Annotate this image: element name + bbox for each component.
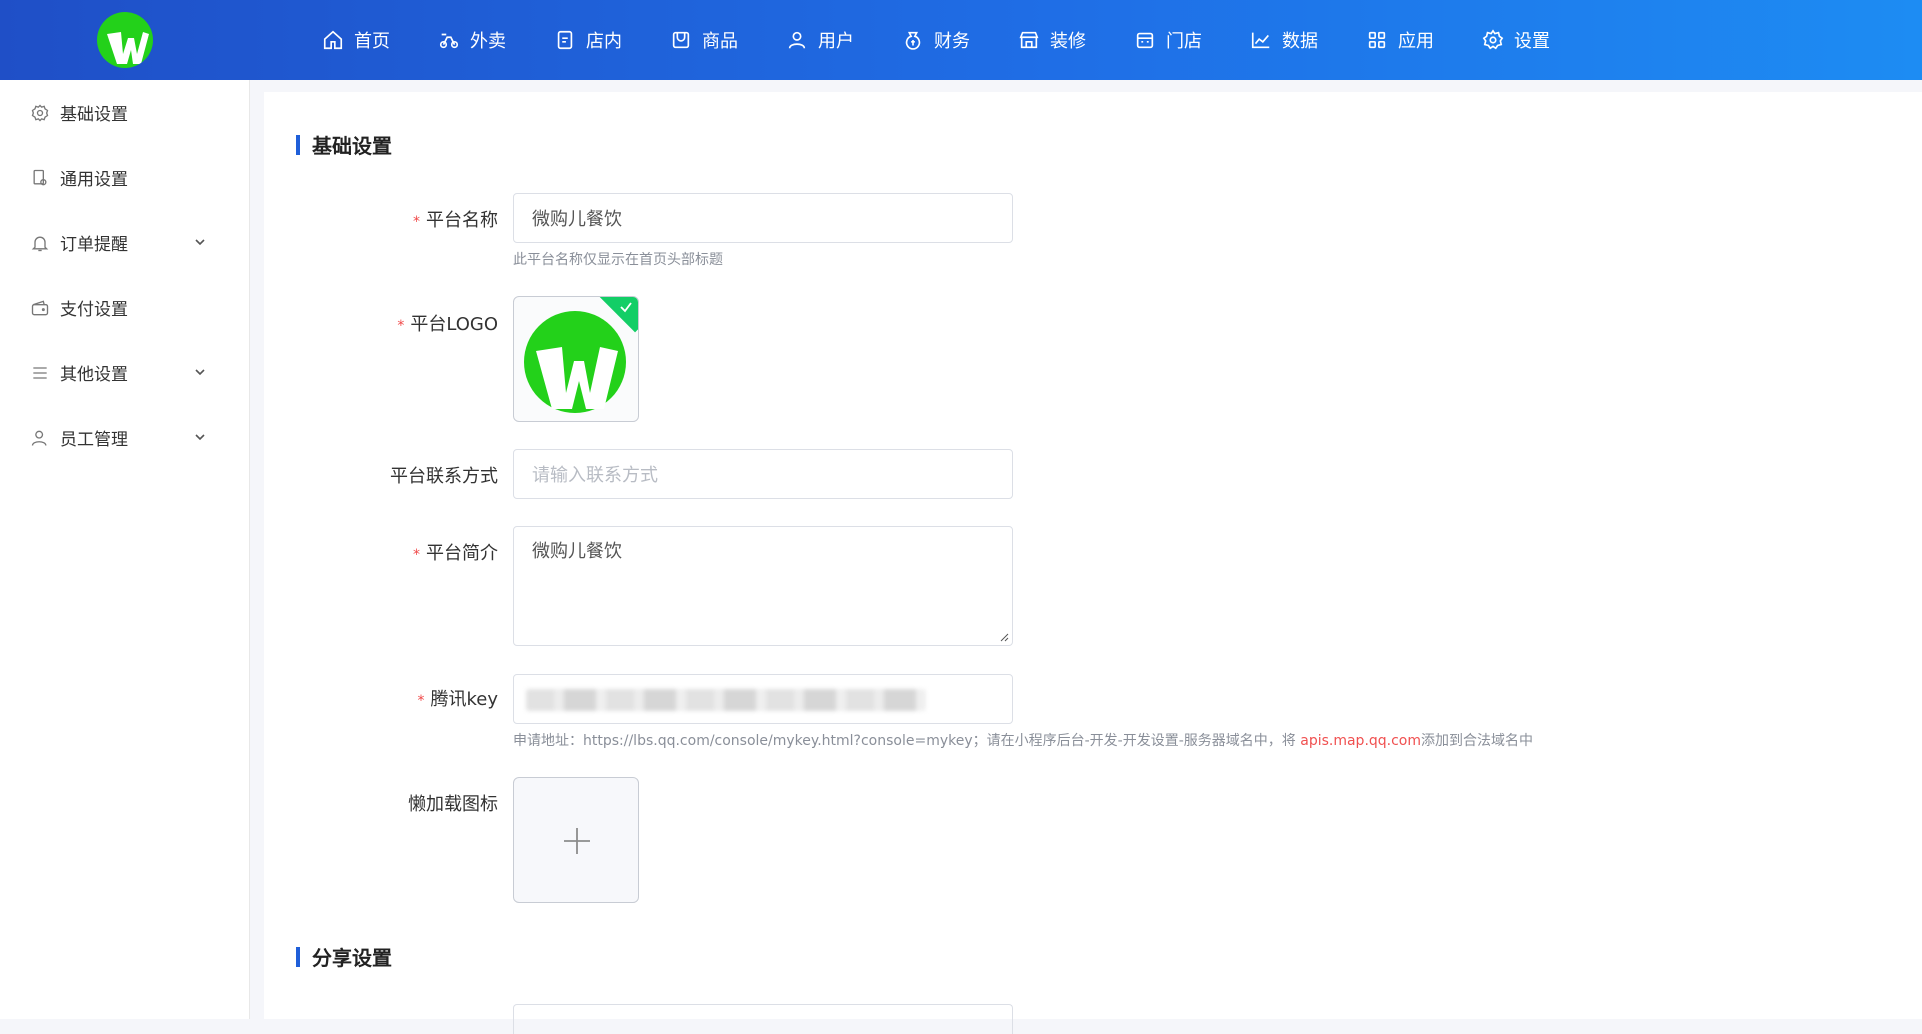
tencent-key-hint-text: 申请地址：https://lbs.qq.com/console/mykey.ht… bbox=[513, 733, 1301, 749]
nav-data[interactable]: 数据 bbox=[1250, 0, 1318, 80]
sidebar-item-label: 通用设置 bbox=[60, 170, 128, 190]
section-title-basic: 基础设置 bbox=[296, 130, 392, 159]
masked-key-value bbox=[526, 689, 926, 711]
platform-contact-input[interactable]: 请输入联系方式 bbox=[513, 449, 1013, 499]
gear-icon bbox=[30, 103, 50, 123]
nav-settings-label: 设置 bbox=[1514, 31, 1550, 52]
platform-name-label: * 平台名称 bbox=[264, 206, 498, 232]
check-icon bbox=[618, 299, 634, 315]
tencent-key-input[interactable] bbox=[513, 674, 1013, 724]
main-nav: 首页 外卖 店内 商品 用户 财务 装修 门店 数据 应用 设置 bbox=[322, 0, 1598, 80]
list-icon bbox=[30, 363, 50, 383]
finance-icon bbox=[902, 29, 924, 51]
required-mark: * bbox=[417, 693, 425, 709]
sidebar-item-payment-settings[interactable]: 支付设置 bbox=[0, 275, 249, 340]
section-title-text: 基础设置 bbox=[312, 134, 392, 158]
nav-dine-in-label: 店内 bbox=[586, 31, 622, 52]
platform-intro-value: 微购儿餐饮 bbox=[532, 541, 622, 562]
sidebar-item-other-settings[interactable]: 其他设置 bbox=[0, 340, 249, 405]
apps-icon bbox=[1366, 29, 1388, 51]
platform-name-label-text: 平台名称 bbox=[426, 210, 498, 231]
platform-logo-label-text: 平台LOGO bbox=[410, 314, 498, 335]
nav-user-label: 用户 bbox=[818, 31, 854, 52]
section-marker bbox=[296, 946, 300, 967]
required-mark: * bbox=[413, 547, 420, 563]
lazy-icon-upload[interactable] bbox=[513, 777, 639, 903]
nav-finance-label: 财务 bbox=[934, 31, 970, 52]
nav-goods[interactable]: 商品 bbox=[670, 0, 738, 80]
sidebar: 基础设置 通用设置 订单提醒 支付设置 其他设置 员工管理 bbox=[0, 80, 250, 1019]
nav-decoration[interactable]: 装修 bbox=[1018, 0, 1086, 80]
user-icon bbox=[786, 29, 808, 51]
chevron-down-icon[interactable] bbox=[193, 429, 207, 443]
section-title-text: 分享设置 bbox=[312, 946, 392, 970]
nav-data-label: 数据 bbox=[1282, 31, 1318, 52]
nav-delivery[interactable]: 外卖 bbox=[438, 0, 506, 80]
nav-store[interactable]: 门店 bbox=[1134, 0, 1202, 80]
brand-logo[interactable] bbox=[97, 12, 153, 68]
sidebar-item-basic-settings[interactable]: 基础设置 bbox=[0, 80, 249, 145]
nav-dine-in[interactable]: 店内 bbox=[554, 0, 622, 80]
nav-store-label: 门店 bbox=[1166, 31, 1202, 52]
dine-in-icon bbox=[554, 29, 576, 51]
plus-icon bbox=[564, 828, 590, 854]
delivery-icon bbox=[438, 29, 460, 51]
settings-form: 基础设置 * 平台名称 微购儿餐饮 此平台名称仅显示在首页头部标题 * 平台LOGO… bbox=[264, 92, 1922, 1034]
sidebar-item-staff-management[interactable]: 员工管理 bbox=[0, 405, 249, 470]
required-mark: * bbox=[413, 214, 420, 230]
nav-goods-label: 商品 bbox=[702, 31, 738, 52]
platform-intro-textarea[interactable]: 微购儿餐饮 bbox=[513, 526, 1013, 646]
platform-contact-label: 平台联系方式 bbox=[390, 466, 498, 487]
platform-intro-label-text: 平台简介 bbox=[426, 543, 498, 564]
top-header: 首页 外卖 店内 商品 用户 财务 装修 门店 数据 应用 设置 bbox=[0, 0, 1922, 80]
platform-logo-upload[interactable] bbox=[513, 296, 639, 422]
sidebar-item-general-settings[interactable]: 通用设置 bbox=[0, 145, 249, 210]
store-icon bbox=[1134, 29, 1156, 51]
nav-home[interactable]: 首页 bbox=[322, 0, 390, 80]
tencent-domain-link: apis.map.qq.com bbox=[1300, 733, 1422, 749]
decoration-icon bbox=[1018, 29, 1040, 51]
required-mark: * bbox=[397, 318, 405, 334]
brand[interactable] bbox=[0, 0, 250, 80]
home-icon bbox=[322, 29, 344, 51]
nav-decoration-label: 装修 bbox=[1050, 31, 1086, 52]
sidebar-item-order-reminder[interactable]: 订单提醒 bbox=[0, 210, 249, 275]
platform-contact-placeholder: 请输入联系方式 bbox=[532, 465, 658, 486]
wallet-icon bbox=[30, 298, 50, 318]
settings-icon bbox=[1482, 29, 1504, 51]
section-marker bbox=[296, 134, 300, 155]
sidebar-item-label: 支付设置 bbox=[60, 300, 128, 320]
nav-apps[interactable]: 应用 bbox=[1366, 0, 1434, 80]
bell-icon bbox=[30, 233, 50, 253]
staff-icon bbox=[30, 428, 50, 448]
tencent-key-hint: 申请地址：https://lbs.qq.com/console/mykey.ht… bbox=[513, 730, 1533, 750]
nav-settings[interactable]: 设置 bbox=[1482, 0, 1550, 80]
tencent-key-hint-suffix: 添加到合法域名中 bbox=[1421, 733, 1534, 749]
share-field-input[interactable] bbox=[513, 1004, 1013, 1034]
chevron-down-icon[interactable] bbox=[193, 364, 207, 378]
sidebar-item-label: 其他设置 bbox=[60, 365, 128, 385]
nav-delivery-label: 外卖 bbox=[470, 31, 506, 52]
platform-intro-label: * 平台简介 bbox=[264, 539, 498, 565]
chevron-down-icon[interactable] bbox=[193, 234, 207, 248]
resize-handle-icon[interactable] bbox=[999, 632, 1009, 642]
tencent-key-label: * 腾讯key bbox=[264, 685, 498, 711]
sidebar-item-label: 基础设置 bbox=[60, 105, 128, 125]
platform-name-input[interactable]: 微购儿餐饮 bbox=[513, 193, 1013, 243]
platform-name-value: 微购儿餐饮 bbox=[532, 209, 622, 230]
platform-logo-label: * 平台LOGO bbox=[264, 310, 498, 336]
data-icon bbox=[1250, 29, 1272, 51]
goods-icon bbox=[670, 29, 692, 51]
general-icon bbox=[30, 168, 50, 188]
tencent-key-label-text: 腾讯key bbox=[430, 689, 498, 710]
nav-home-label: 首页 bbox=[354, 31, 390, 52]
nav-apps-label: 应用 bbox=[1398, 31, 1434, 52]
sidebar-item-label: 订单提醒 bbox=[60, 235, 128, 255]
section-title-share: 分享设置 bbox=[296, 942, 392, 971]
nav-finance[interactable]: 财务 bbox=[902, 0, 970, 80]
platform-name-hint: 此平台名称仅显示在首页头部标题 bbox=[513, 252, 723, 268]
lazy-icon-label: 懒加载图标 bbox=[408, 794, 498, 815]
sidebar-item-label: 员工管理 bbox=[60, 430, 128, 450]
nav-user[interactable]: 用户 bbox=[786, 0, 854, 80]
